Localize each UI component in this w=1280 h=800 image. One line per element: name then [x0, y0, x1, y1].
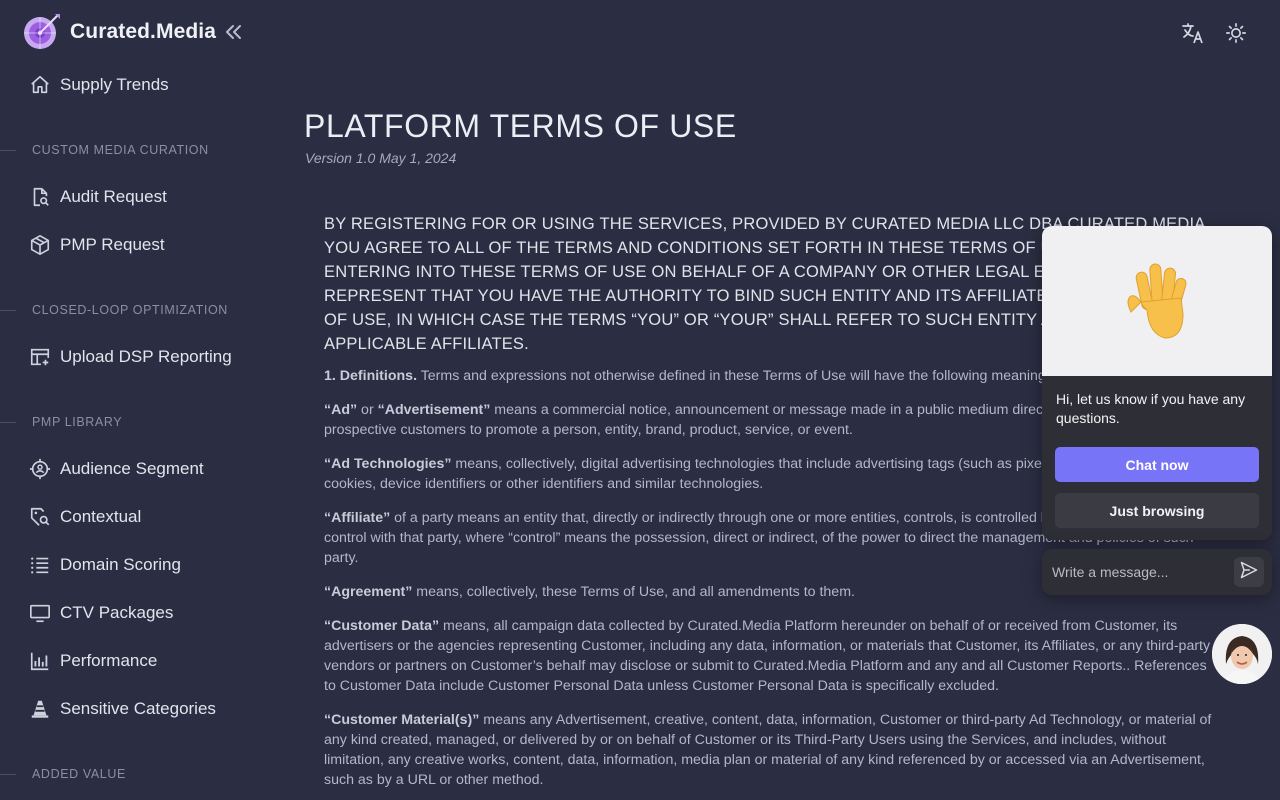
section-title: ADDED VALUE — [32, 767, 126, 781]
cone-icon — [28, 697, 52, 721]
chat-greeting: Hi, let us know if you have any question… — [1056, 391, 1246, 426]
term-heading: “Customer Material(s)” — [324, 712, 480, 728]
sidebar-item-label: Contextual — [60, 507, 142, 526]
target-person-icon — [28, 457, 52, 481]
chat-popup: Hi, let us know if you have any question… — [1042, 226, 1272, 540]
send-button[interactable] — [1234, 557, 1264, 587]
term-heading: “Customer Data” — [324, 618, 440, 634]
sidebar-item-label: Upload DSP Reporting — [60, 347, 232, 366]
page-version: Version 1.0 May 1, 2024 — [305, 150, 457, 166]
term-heading: 1. Definitions. — [324, 368, 418, 384]
term-heading: “Affiliate” — [324, 510, 391, 526]
term-body: means, collectively, these Terms of Use,… — [412, 584, 855, 600]
sidebar-item-domain-scoring[interactable]: Domain Scoring — [28, 551, 181, 579]
sidebar-item-label: Domain Scoring — [60, 555, 181, 574]
term-connector: or — [357, 402, 378, 418]
term-heading: “Ad Technologies” — [324, 456, 452, 472]
sidebar-item-pmp-request[interactable]: PMP Request — [28, 231, 165, 259]
term-body: means, all campaign data collected by Cu… — [324, 618, 1211, 694]
chat-input-bar — [1042, 549, 1272, 595]
sidebar-item-performance[interactable]: Performance — [28, 647, 157, 675]
sidebar-item-ctv-packages[interactable]: CTV Packages — [28, 599, 173, 627]
document-search-icon — [28, 185, 52, 209]
terms-paragraph: “Customer Material(s)” means any Adverti… — [324, 710, 1214, 790]
section-title: PMP LIBRARY — [32, 415, 123, 429]
sidebar-item-label: CTV Packages — [60, 603, 174, 622]
sidebar-item-label: Performance — [60, 651, 158, 670]
sidebar-item-contextual[interactable]: Contextual — [28, 503, 141, 531]
sidebar-item-sensitive-categories[interactable]: Sensitive Categories — [28, 695, 216, 723]
section-pmp-library: PMP LIBRARY — [0, 414, 122, 430]
just-browsing-button[interactable]: Just browsing — [1055, 493, 1259, 528]
sidebar-item-label: Audience Segment — [60, 459, 204, 478]
sidebar-item-label: Supply Trends — [60, 75, 169, 94]
section-divider — [0, 773, 16, 775]
sidebar-item-audit-request[interactable]: Audit Request — [28, 183, 167, 211]
brand-name: Curated.Media — [70, 20, 216, 43]
section-divider — [0, 309, 16, 311]
section-title: CLOSED-LOOP OPTIMIZATION — [32, 303, 228, 317]
table-add-icon — [28, 345, 52, 369]
sidebar-item-upload-dsp-reporting[interactable]: Upload DSP Reporting — [28, 343, 232, 371]
terms-paragraph: “Customer Data” means, all campaign data… — [324, 616, 1214, 696]
term-heading: “Ad” — [324, 402, 358, 418]
section-divider — [0, 421, 16, 423]
section-closed-loop-optimization: CLOSED-LOOP OPTIMIZATION — [0, 302, 228, 318]
list-icon — [28, 553, 52, 577]
section-title: CUSTOM MEDIA CURATION — [32, 143, 209, 157]
sidebar-item-audience-segment[interactable]: Audience Segment — [28, 455, 204, 483]
home-icon — [28, 73, 52, 97]
translate-icon[interactable] — [1180, 20, 1206, 46]
cube-icon — [28, 233, 52, 257]
page-title: PLATFORM TERMS OF USE — [304, 108, 737, 144]
send-icon — [1239, 560, 1259, 585]
chat-now-button[interactable]: Chat now — [1055, 447, 1259, 482]
waving-hand-icon — [1117, 254, 1197, 349]
brand-logo-icon — [22, 12, 62, 52]
term-body: Terms and expressions not otherwise defi… — [417, 368, 1057, 384]
sidebar-item-label: Sensitive Categories — [60, 699, 216, 718]
section-custom-media-curation: CUSTOM MEDIA CURATION — [0, 142, 209, 158]
sidebar-item-label: Audit Request — [60, 187, 167, 206]
section-added-value: ADDED VALUE — [0, 766, 126, 782]
sidebar-item-supply-trends[interactable]: Supply Trends — [28, 71, 169, 99]
term-heading: “Advertisement” — [377, 402, 491, 418]
sidebar-item-label: PMP Request — [60, 235, 165, 254]
bar-chart-icon — [28, 649, 52, 673]
sun-icon[interactable] — [1223, 20, 1249, 46]
term-heading: “Agreement” — [324, 584, 413, 600]
brand[interactable]: Curated.Media — [22, 12, 244, 52]
double-chevron-left-icon[interactable] — [224, 22, 244, 42]
chat-agent-avatar[interactable] — [1212, 624, 1272, 684]
tag-search-icon — [28, 505, 52, 529]
sidebar: Curated.Media Supply Trends CUSTOM MEDIA… — [0, 0, 264, 800]
chat-message-input[interactable] — [1052, 561, 1222, 583]
tv-icon — [28, 601, 52, 625]
section-divider — [0, 149, 16, 151]
chat-hero — [1042, 226, 1272, 376]
